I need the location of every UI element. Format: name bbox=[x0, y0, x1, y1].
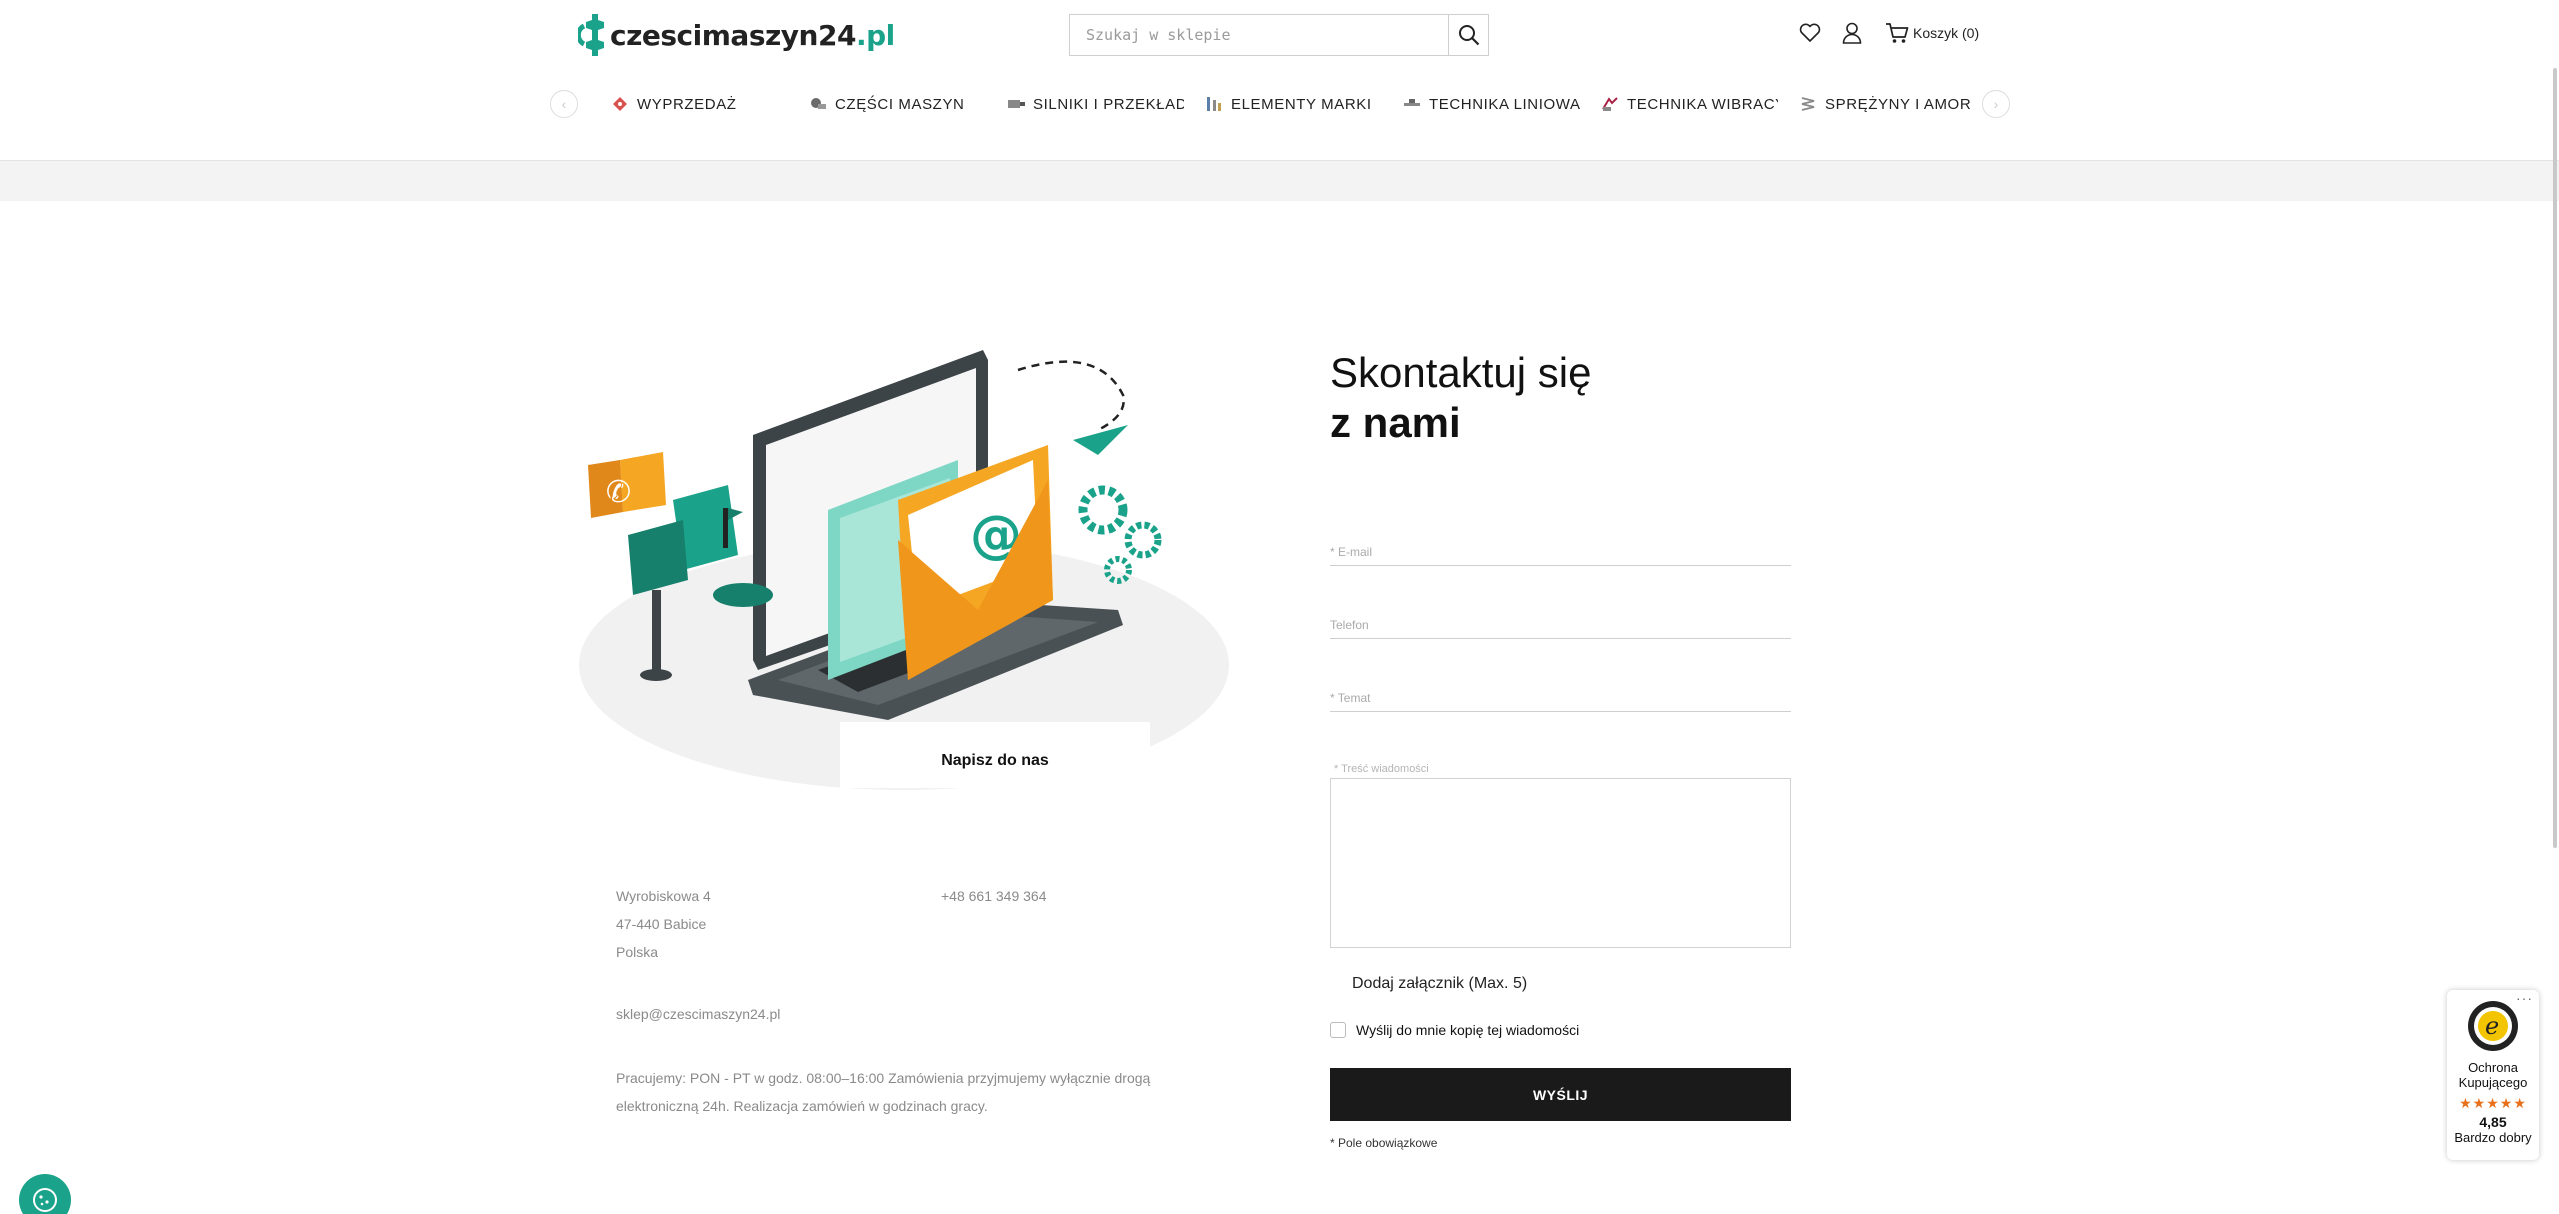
nav-item-1[interactable]: CZĘŚCI MASZYN bbox=[788, 94, 986, 114]
logo-text: czescimaszyn24.pl bbox=[610, 18, 895, 52]
motor-icon bbox=[1008, 100, 1025, 108]
subject-field-wrapper bbox=[1330, 672, 1791, 712]
cookie-settings-button[interactable] bbox=[19, 1174, 71, 1214]
nav-prev-button[interactable]: ‹ bbox=[550, 90, 578, 118]
nav-item-label: WYPRZEDAŻ bbox=[637, 95, 737, 113]
nav-next-button[interactable]: › bbox=[1982, 90, 2010, 118]
title-line-1: Skontaktuj się bbox=[1330, 349, 1592, 396]
nav-item-label: SPRĘŻYNY I AMORTYZATORY bbox=[1825, 95, 1970, 113]
brand-elements-icon bbox=[1207, 97, 1221, 111]
submit-button[interactable]: WYŚLIJ bbox=[1330, 1068, 1791, 1121]
email-address[interactable]: sklep@czescimaszyn24.pl bbox=[616, 1000, 780, 1028]
send-copy-checkbox[interactable] bbox=[1330, 1022, 1346, 1038]
svg-text:✆: ✆ bbox=[606, 475, 631, 510]
email-field-wrapper bbox=[1330, 526, 1791, 566]
message-textarea[interactable] bbox=[1330, 778, 1791, 948]
subject-field[interactable] bbox=[1330, 672, 1791, 711]
nav-item-4[interactable]: TECHNIKA LINIOWA bbox=[1382, 94, 1580, 114]
cart-label: Koszyk (0) bbox=[1913, 25, 1980, 41]
add-attachment-button[interactable]: Dodaj załącznik (Max. 5) bbox=[1352, 975, 1527, 993]
write-to-us-label: Napisz do nas bbox=[941, 752, 1049, 769]
nav-item-3[interactable]: ELEMENTY MARKI bbox=[1184, 94, 1382, 114]
trust-badge[interactable]: ··· e Ochrona Kupującego ★★★★★ 4,85 Bard… bbox=[2447, 990, 2539, 1160]
user-icon bbox=[1842, 22, 1862, 44]
phone-field-wrapper bbox=[1330, 599, 1791, 639]
nav-item-label: ELEMENTY MARKI bbox=[1231, 95, 1372, 113]
nav-item-6[interactable]: SPRĘŻYNY I AMORTYZATORY bbox=[1778, 94, 1970, 114]
header-actions: Koszyk (0) bbox=[1795, 18, 1979, 48]
search-button[interactable] bbox=[1448, 15, 1488, 55]
page-title: Skontaktuj się z nami bbox=[1330, 348, 1591, 448]
spring-icon bbox=[1801, 97, 1815, 111]
title-line-2: z nami bbox=[1330, 399, 1461, 446]
search-bar bbox=[1069, 14, 1489, 56]
category-list: WYPRZEDAŻ CZĘŚCI MASZYN SILNIKI I PRZEKŁAD… bbox=[590, 94, 1970, 114]
nav-item-label: TECHNIKA WIBRACYJNA bbox=[1627, 95, 1778, 113]
machine-parts-icon bbox=[811, 98, 826, 109]
account-button[interactable] bbox=[1837, 18, 1867, 48]
phone-number[interactable]: +48 661 349 364 bbox=[941, 882, 1047, 910]
gear-logo-icon bbox=[578, 14, 604, 56]
linear-icon bbox=[1404, 99, 1420, 106]
trust-title-1: Ochrona bbox=[2468, 1060, 2518, 1075]
svg-text:e: e bbox=[2485, 1012, 2499, 1040]
site-header: czescimaszyn24.pl Szukaj w sklepie Koszy… bbox=[0, 0, 2559, 161]
send-copy-label[interactable]: Wyślij do mnie kopię tej wiadomości bbox=[1356, 1022, 1579, 1038]
nav-item-2[interactable]: SILNIKI I PRZEKŁADNIE bbox=[986, 94, 1184, 114]
cart-button[interactable]: Koszyk (0) bbox=[1885, 22, 1979, 44]
send-copy-option: Wyślij do mnie kopię tej wiadomości bbox=[1330, 1022, 1579, 1038]
nav-item-label: SILNIKI I PRZEKŁADNIE bbox=[1033, 95, 1184, 113]
sale-icon bbox=[613, 97, 627, 111]
nav-item-0[interactable]: WYPRZEDAŻ bbox=[590, 94, 788, 114]
nav-item-label: CZĘŚCI MASZYN bbox=[835, 95, 965, 113]
cookie-icon bbox=[33, 1188, 57, 1212]
cart-icon bbox=[1886, 23, 1909, 43]
phone-field[interactable] bbox=[1330, 599, 1791, 638]
required-note: * Pole obowiązkowe bbox=[1330, 1136, 1438, 1150]
rating-stars: ★★★★★ bbox=[2459, 1095, 2527, 1111]
heart-icon bbox=[1799, 23, 1821, 42]
chevron-left-icon: ‹ bbox=[561, 96, 567, 112]
trusted-seal-icon: e bbox=[2468, 1001, 2518, 1051]
wishlist-button[interactable] bbox=[1795, 18, 1825, 48]
vibration-icon bbox=[1602, 97, 1618, 111]
address-block: Wyrobiskowa 4 47-440 Babice Polska bbox=[616, 882, 711, 966]
nav-item-label: TECHNIKA LINIOWA bbox=[1429, 95, 1580, 113]
chevron-right-icon: › bbox=[1993, 96, 1999, 112]
email-field[interactable] bbox=[1330, 526, 1791, 565]
rating-score: 4,85 bbox=[2479, 1114, 2507, 1130]
address-city: 47-440 Babice bbox=[616, 916, 707, 932]
address-street: Wyrobiskowa 4 bbox=[616, 888, 711, 904]
search-input[interactable] bbox=[1070, 15, 1448, 55]
trust-title-2: Kupującego bbox=[2458, 1075, 2528, 1090]
working-hours: Pracujemy: PON - PT w godz. 08:00–16:00 … bbox=[616, 1070, 1151, 1114]
category-nav: ‹ WYPRZEDAŻ CZĘŚCI MASZYN SILNIKI I PRZEKŁ… bbox=[550, 84, 2010, 124]
page-scrollbar[interactable] bbox=[2553, 68, 2557, 848]
more-options-icon[interactable]: ··· bbox=[2516, 990, 2533, 1006]
message-label: * Treść wiadomości bbox=[1334, 763, 1429, 775]
address-country: Polska bbox=[616, 944, 659, 960]
search-icon bbox=[1458, 25, 1479, 46]
nav-item-5[interactable]: TECHNIKA WIBRACYJNA bbox=[1580, 94, 1778, 114]
breadcrumb-bar bbox=[0, 161, 2559, 201]
site-logo[interactable]: czescimaszyn24.pl bbox=[578, 10, 895, 60]
rating-verdict: Bardzo dobry bbox=[2454, 1130, 2532, 1145]
